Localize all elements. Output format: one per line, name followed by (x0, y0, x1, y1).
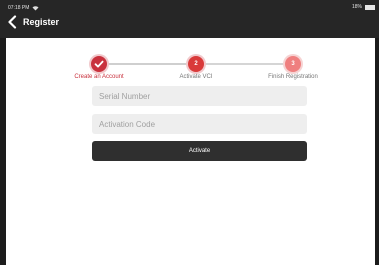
back-button[interactable] (7, 15, 17, 29)
battery-icon (365, 4, 375, 10)
status-bar-right: 18% (352, 4, 375, 10)
step-connector-2 (204, 63, 285, 65)
step-3-circle: 3 (285, 56, 301, 72)
activation-code-input[interactable] (92, 114, 307, 134)
device-bezel-right (375, 38, 379, 265)
check-icon (94, 60, 104, 68)
device-bezel-left (0, 38, 6, 265)
status-time: 07:18 PM (8, 5, 30, 11)
step-1-circle (91, 56, 107, 72)
chevron-left-icon (8, 15, 17, 29)
step-3-label: Finish Registration (268, 74, 318, 80)
page-title: Register (23, 17, 60, 27)
step-2-circle: 2 (188, 56, 204, 72)
app-header: 07:18 PM 18% Register (0, 0, 379, 38)
status-bar-left: 07:18 PM (8, 5, 39, 11)
step-connector-1 (107, 63, 188, 65)
serial-number-input[interactable] (92, 86, 307, 106)
activate-button[interactable]: Activate (92, 141, 307, 161)
battery-percent: 18% (351, 4, 362, 10)
wifi-icon (32, 5, 39, 10)
step-1-label: Create an Account (74, 74, 124, 80)
step-2-label: Activate VCI (179, 74, 213, 80)
